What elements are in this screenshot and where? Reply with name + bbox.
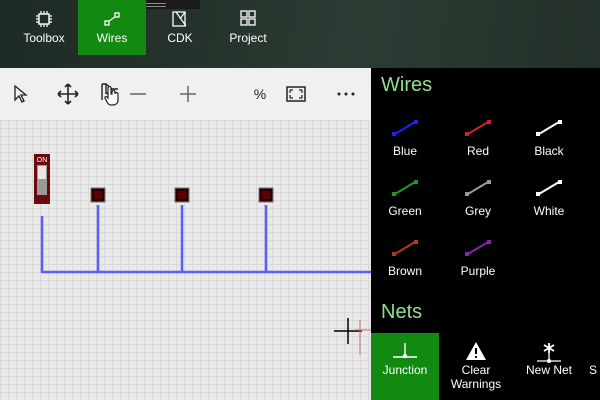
chip-icon [14, 0, 74, 30]
net-junction-button[interactable]: Junction [371, 333, 439, 400]
nav-project[interactable]: Project [222, 0, 274, 55]
switch-on-label: ON [37, 157, 48, 164]
wire-icon [78, 0, 146, 30]
wire-green[interactable]: Green [372, 178, 438, 233]
net-more-button[interactable]: S [589, 333, 600, 400]
select-tool-button[interactable] [6, 80, 34, 108]
net-clear-warnings-button[interactable]: Clear Warnings [443, 333, 509, 400]
grey-wire-icon [465, 180, 491, 196]
nav-toolbox[interactable]: Toolbox [14, 0, 74, 55]
net-more-label: S [589, 363, 598, 377]
output-node-2[interactable] [174, 187, 190, 203]
wire-purple-label: Purple [460, 264, 496, 278]
green-wire-icon [392, 180, 418, 196]
hand-pan-icon [101, 83, 119, 106]
zoom-out-button[interactable] [124, 80, 152, 108]
nav-cdk[interactable]: CDK [154, 0, 206, 55]
wire-black[interactable]: Black [516, 118, 582, 173]
wire-red-label: Red [466, 144, 489, 158]
new-net-icon [514, 333, 584, 363]
fit-screen-icon [286, 86, 306, 102]
nav-cdk-label: CDK [167, 31, 193, 45]
wire-black-label: Black [534, 144, 564, 158]
red-wire-icon [465, 120, 491, 136]
output-node-1[interactable] [90, 187, 106, 203]
wire-green-label: Green [388, 204, 422, 218]
move-icon [57, 83, 79, 105]
nav-project-label: Project [229, 31, 267, 45]
zoom-percent-label: % [253, 86, 267, 102]
black-wire-icon [536, 120, 562, 136]
wires-section-title: Wires [381, 74, 433, 96]
net-new-net-button[interactable]: New Net [514, 333, 584, 400]
nav-wires[interactable]: Wires [78, 0, 146, 55]
cdk-icon [154, 0, 206, 30]
grid-icon [222, 0, 274, 30]
nets-section-title: Nets [381, 301, 423, 323]
crosshair-cursor-icon [334, 318, 371, 355]
circuit-canvas[interactable]: ON [0, 120, 371, 400]
wire-brown[interactable]: Brown [372, 238, 438, 293]
fit-to-screen-button[interactable] [282, 80, 310, 108]
wire-white-label: White [533, 204, 565, 218]
pointer-icon [14, 84, 28, 103]
purple-wire-icon [465, 240, 491, 256]
canvas-toolbar: % [0, 68, 371, 120]
wires-panel: Wires Blue Red Black Green Grey White Br… [371, 68, 600, 400]
wire-blue-label: Blue [392, 144, 418, 158]
zoom-percent-button[interactable]: % [246, 80, 274, 108]
minus-icon [130, 93, 146, 95]
wire-grey-label: Grey [464, 204, 491, 218]
net-junction-label: Junction [382, 363, 428, 377]
top-nav: Toolbox Wires CDK Project [0, 0, 600, 68]
wire-purple[interactable]: Purple [445, 238, 511, 293]
white-wire-icon [536, 180, 562, 196]
wire-red[interactable]: Red [445, 118, 511, 173]
pan-tool-button[interactable] [96, 80, 124, 108]
junction-icon [371, 333, 439, 363]
toggle-switch[interactable]: ON [34, 154, 50, 204]
wire-white[interactable]: White [516, 178, 582, 233]
brown-wire-icon [392, 240, 418, 256]
nav-wires-label: Wires [96, 31, 128, 45]
warning-icon [443, 333, 509, 363]
more-icon [337, 92, 355, 96]
output-node-3[interactable] [258, 187, 274, 203]
more-options-button[interactable] [332, 80, 360, 108]
wire-network[interactable] [40, 205, 371, 274]
wire-blue[interactable]: Blue [372, 118, 438, 173]
wire-grey[interactable]: Grey [445, 178, 511, 233]
blue-wire-icon [392, 120, 418, 136]
zoom-in-button[interactable] [174, 80, 202, 108]
wire-brown-label: Brown [387, 264, 422, 278]
net-new-net-label: New Net [525, 363, 572, 377]
net-clear-warnings-label: Clear Warnings [450, 363, 502, 391]
plus-icon [180, 86, 196, 102]
nav-toolbox-label: Toolbox [23, 31, 65, 45]
move-tool-button[interactable] [54, 80, 82, 108]
